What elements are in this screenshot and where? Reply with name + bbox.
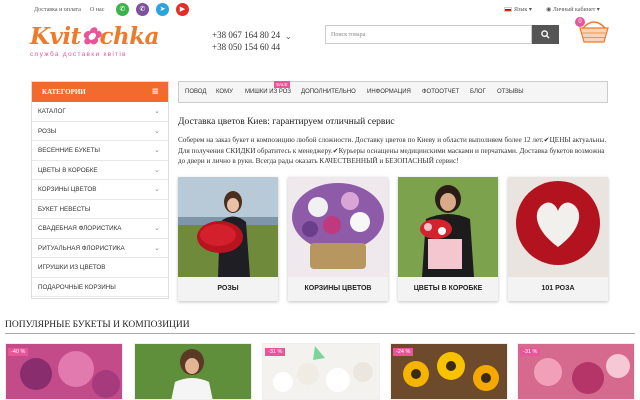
sidebar-item-label: РОЗЫ xyxy=(38,127,57,135)
top-bar: Доставка и оплата О нас ✆ ✆ ➤ ▶ Язык ▾ ◉… xyxy=(0,0,640,20)
language-selector[interactable]: Язык ▾ xyxy=(504,6,532,13)
category-card-boxes[interactable]: ЦВЕТЫ В КОРОБКЕ xyxy=(398,177,498,301)
cart[interactable]: 0 xyxy=(575,14,615,46)
sidebar-item[interactable]: РОЗЫ ⌄ xyxy=(32,122,168,141)
nav-item-recipient[interactable]: КОМУ xyxy=(216,89,233,95)
page-title: Доставка цветов Киев: гарантируем отличн… xyxy=(178,117,395,127)
chevron-down-icon[interactable]: ⌄ xyxy=(154,141,160,160)
category-label: РОЗЫ xyxy=(178,277,278,301)
sidebar-item[interactable]: ЦВЕТЫ В КОРОБКЕ ⌄ xyxy=(32,161,168,180)
sidebar-header[interactable]: КАТЕГОРИИ ≡ xyxy=(32,82,168,102)
chevron-down-icon[interactable]: ⌄ xyxy=(154,122,160,141)
baskets-photo xyxy=(288,177,388,277)
sidebar-item[interactable]: ПОДАРОЧНЫЕ КОРЗИНЫ xyxy=(32,278,168,297)
chevron-down-icon[interactable]: ⌄ xyxy=(154,161,160,180)
youtube-icon[interactable]: ▶ xyxy=(176,3,189,16)
nav-item-rose-bears[interactable]: МИШКИ ИЗ РОЗ xyxy=(245,89,291,95)
discount-badge: -31 % xyxy=(520,348,541,356)
search-input[interactable] xyxy=(325,25,532,44)
language-label: Язык xyxy=(514,7,528,13)
nav-item-extra[interactable]: ДОПОЛНИТЕЛЬНО xyxy=(301,89,356,95)
sidebar-item[interactable]: ВЕСЕННИЕ БУКЕТЫ ⌄ xyxy=(32,141,168,161)
sidebar-item[interactable]: БУКЕТ НЕВЕСТЫ xyxy=(32,200,168,219)
nav-item-info[interactable]: ИНФОРМАЦИЯ xyxy=(367,89,411,95)
discount-badge: -31 % xyxy=(265,348,286,356)
discount-badge: -40 % xyxy=(8,348,29,356)
viber-icon[interactable]: ✆ xyxy=(136,3,149,16)
boxes-photo xyxy=(398,177,498,277)
sidebar-item-label: ЦВЕТЫ В КОРОБКЕ xyxy=(38,166,98,174)
user-icon: ◉ xyxy=(546,6,552,13)
delivery-link[interactable]: Доставка и оплата xyxy=(34,7,81,13)
search-icon xyxy=(541,30,550,39)
chevron-down-icon[interactable]: ⌄ xyxy=(285,32,292,41)
sidebar-item-label: ПОДАРОЧНЫЕ КОРЗИНЫ xyxy=(38,283,116,291)
sidebar-item[interactable]: КАТАЛОГ ⌄ xyxy=(32,102,168,122)
chevron-down-icon[interactable]: ⌄ xyxy=(154,239,160,258)
phone-numbers: +38 067 164 80 24 +38 050 154 60 44 xyxy=(212,29,280,53)
sidebar-item-label: СВАДЕБНАЯ ФЛОРИСТИКА xyxy=(38,225,122,232)
roses-photo xyxy=(178,177,278,277)
sidebar-item[interactable]: КОРЗИНЫ ЦВЕТОВ ⌄ xyxy=(32,180,168,200)
discount-badge: -24 % xyxy=(393,348,414,356)
sidebar-title: КАТЕГОРИИ xyxy=(42,88,86,96)
phone-1[interactable]: +38 067 164 80 24 xyxy=(212,29,280,41)
logo-wordmark: Kvit✿chka xyxy=(30,23,160,50)
category-sidebar: КАТЕГОРИИ ≡ КАТАЛОГ ⌄ РОЗЫ ⌄ ВЕСЕННИЕ БУКЕТЫ… xyxy=(31,81,169,299)
product-card[interactable]: -31 % xyxy=(262,343,380,400)
menu-icon: ≡ xyxy=(151,87,159,97)
search-bar xyxy=(325,25,559,44)
logo-tagline: служба доставки квітів xyxy=(30,51,127,58)
account-link[interactable]: ◉ Личный кабинет ▾ xyxy=(546,6,600,13)
main-nav: ПОВОД КОМУ МИШКИ ИЗ РОЗ ДОПОЛНИТЕЛЬНО ИН… xyxy=(178,81,608,103)
product-photo xyxy=(135,344,251,399)
sidebar-item-label: ИГРУШКИ ИЗ ЦВЕТОВ xyxy=(38,264,106,271)
search-button[interactable] xyxy=(532,25,559,44)
nav-item-blog[interactable]: БЛОГ xyxy=(470,89,486,95)
category-card-baskets[interactable]: КОРЗИНЫ ЦВЕТОВ xyxy=(288,177,388,301)
sidebar-item-label: КАТАЛОГ xyxy=(38,108,66,115)
101-roses-photo xyxy=(508,177,608,277)
account-label: Личный кабинет xyxy=(552,7,596,13)
sidebar-item[interactable]: ИГРУШКИ ИЗ ЦВЕТОВ xyxy=(32,258,168,278)
chevron-down-icon[interactable]: ⌄ xyxy=(154,180,160,199)
nav-item-occasion[interactable]: ПОВОД xyxy=(185,89,206,95)
sidebar-item[interactable]: РИТУАЛЬНАЯ ФЛОРИСТИКА ⌄ xyxy=(32,239,168,258)
whatsapp-icon[interactable]: ✆ xyxy=(116,3,129,16)
category-label: 101 РОЗА xyxy=(508,277,608,301)
logo[interactable]: Kvit✿chka служба доставки квітів xyxy=(30,24,170,64)
phone-2[interactable]: +38 050 154 60 44 xyxy=(212,41,280,53)
category-card-101-roses[interactable]: 101 РОЗА xyxy=(508,177,608,301)
sidebar-item-label: БУКЕТ НЕВЕСТЫ xyxy=(38,205,91,213)
cart-count-badge: 0 xyxy=(575,17,585,27)
about-link[interactable]: О нас xyxy=(90,7,104,13)
chevron-down-icon[interactable]: ⌄ xyxy=(154,102,160,121)
product-card[interactable] xyxy=(134,343,252,400)
sidebar-item[interactable]: СВАДЕБНАЯ ФЛОРИСТИКА ⌄ xyxy=(32,219,168,239)
section-divider xyxy=(5,333,635,334)
intro-text: Соберем на заказ букет и композицию любо… xyxy=(178,136,607,166)
product-card[interactable]: -31 % xyxy=(517,343,635,400)
nav-item-photo-report[interactable]: ФОТООТЧЕТ xyxy=(422,89,459,95)
chevron-down-icon[interactable]: ⌄ xyxy=(154,219,160,238)
popular-section-title: ПОПУЛЯРНЫЕ БУКЕТЫ И КОМПОЗИЦИИ xyxy=(5,320,190,330)
nav-item-reviews[interactable]: ОТЗЫВЫ xyxy=(497,89,524,95)
sidebar-item-label: ВЕСЕННИЕ БУКЕТЫ xyxy=(38,147,100,154)
product-card[interactable]: -24 % xyxy=(390,343,508,400)
flower-icon: ✿ xyxy=(80,23,100,50)
product-card[interactable]: -40 % xyxy=(5,343,123,400)
ru-flag-icon xyxy=(504,7,512,13)
sidebar-item-label: РИТУАЛЬНАЯ ФЛОРИСТИКА xyxy=(38,244,125,252)
sale-badge: SALE xyxy=(274,81,290,88)
sidebar-item-label: КОРЗИНЫ ЦВЕТОВ xyxy=(38,186,97,193)
category-card-roses[interactable]: РОЗЫ xyxy=(178,177,278,301)
category-label: КОРЗИНЫ ЦВЕТОВ xyxy=(288,277,388,301)
telegram-icon[interactable]: ➤ xyxy=(156,3,169,16)
category-label: ЦВЕТЫ В КОРОБКЕ xyxy=(398,277,498,301)
